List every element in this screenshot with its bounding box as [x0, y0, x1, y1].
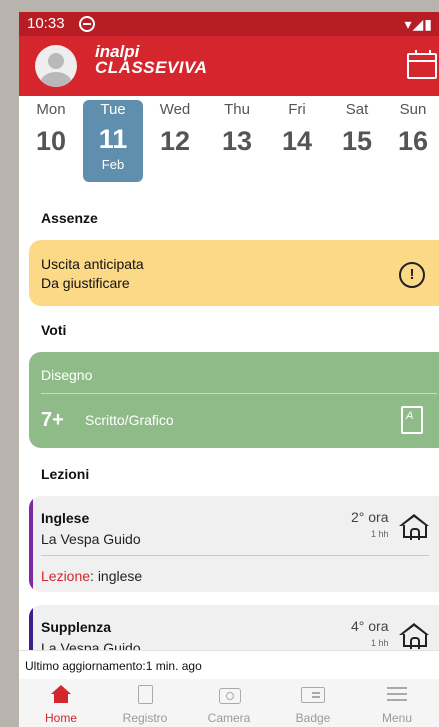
day-number: 12	[159, 126, 191, 156]
day-number: 14	[281, 126, 313, 156]
avatar[interactable]	[35, 45, 77, 87]
day-month: Feb	[101, 157, 125, 172]
day-number: 16	[397, 126, 429, 156]
day-name: Tue	[100, 101, 126, 118]
day-wed[interactable]: Wed 12	[145, 100, 205, 157]
status-bar: 10:33 ▾◢▮	[19, 12, 439, 36]
lesson-duration: 1 hh	[371, 638, 389, 648]
lesson-divider	[41, 555, 429, 556]
day-name: Fri	[288, 101, 306, 118]
logo-line2: CLASSEVIVA	[95, 58, 208, 77]
lesson-teacher: La Vespa Guido	[41, 531, 141, 547]
avatar-body-icon	[40, 72, 72, 87]
day-number: 11	[98, 124, 128, 154]
lessons-title: Lezioni	[41, 466, 90, 482]
day-name: Mon	[36, 101, 66, 118]
lesson-hour: 2° ora	[351, 509, 389, 525]
nav-label: Home	[44, 711, 77, 725]
status-time: 10:33	[27, 15, 65, 32]
lesson-topic: Lezione: inglese	[41, 568, 142, 584]
lesson-hour: 4° ora	[351, 618, 389, 634]
badge-icon	[301, 687, 325, 703]
phone-screen: 10:33 ▾◢▮ inalpi CLASSEVIVA Mon 10 Tue 1…	[19, 12, 439, 727]
day-fri[interactable]: Fri 14	[267, 100, 327, 157]
day-name: Thu	[224, 101, 250, 118]
nav-label: Camera	[207, 711, 251, 725]
warning-icon: !	[399, 262, 425, 288]
grade-value: 7+	[41, 409, 64, 431]
day-name: Sat	[345, 101, 369, 118]
absence-status: Da giustificare	[41, 275, 130, 291]
last-update-bar: Ultimo aggiornamento:1 min. ago	[19, 650, 439, 680]
day-number: 10	[35, 126, 67, 156]
do-not-disturb-icon	[79, 16, 95, 32]
lesson-card[interactable]: Supplenza La Vespa Guido 4° ora 1 hh	[29, 605, 439, 650]
nav-label: Menu	[381, 711, 413, 725]
grade-document-icon	[401, 406, 423, 434]
nav-camera[interactable]: Camera	[187, 679, 271, 727]
nav-badge[interactable]: Badge	[271, 679, 355, 727]
lesson-topic-value: : inglese	[90, 568, 143, 584]
camera-icon	[219, 688, 241, 704]
absences-title: Assenze	[41, 210, 98, 226]
calendar-icon[interactable]	[407, 50, 437, 79]
day-name: Sun	[399, 101, 427, 118]
absence-card[interactable]: Uscita anticipata Da giustificare !	[29, 240, 439, 306]
nav-home[interactable]: Home	[19, 679, 103, 727]
day-mon[interactable]: Mon 10	[21, 100, 81, 157]
signal-battery-icon: ▾◢▮	[404, 16, 433, 32]
lesson-subject: Supplenza	[41, 619, 112, 635]
app-logo: inalpi CLASSEVIVA	[95, 43, 208, 77]
lesson-duration: 1 hh	[371, 529, 389, 539]
menu-icon	[387, 687, 407, 689]
home-icon	[51, 685, 71, 705]
lesson-accent-bar	[29, 605, 33, 650]
grades-title: Voti	[41, 322, 67, 338]
book-icon	[138, 685, 153, 704]
grade-subject: Disegno	[41, 367, 93, 383]
avatar-head-icon	[48, 53, 64, 69]
school-icon	[399, 623, 429, 649]
nav-menu[interactable]: Menu	[355, 679, 439, 727]
day-thu[interactable]: Thu 13	[207, 100, 267, 157]
content-scroll[interactable]: Assenze Uscita anticipata Da giustificar…	[19, 194, 439, 650]
bottom-navigation: Home Registro Camera Badge Menu	[19, 679, 439, 727]
lesson-accent-bar	[29, 496, 33, 592]
lesson-subject: Inglese	[41, 510, 90, 526]
nav-registro[interactable]: Registro	[103, 679, 187, 727]
day-name: Wed	[159, 101, 191, 118]
day-sun[interactable]: Sun 16	[387, 100, 439, 157]
lesson-teacher: La Vespa Guido	[41, 640, 141, 650]
grade-card[interactable]: Disegno 7+ Scritto/Grafico	[29, 352, 439, 448]
day-number: 13	[221, 126, 253, 156]
grade-divider	[41, 393, 437, 394]
absence-type: Uscita anticipata	[41, 256, 144, 272]
nav-label: Registro	[122, 711, 168, 725]
app-bar: inalpi CLASSEVIVA	[19, 36, 439, 96]
lesson-topic-label: Lezione	[41, 568, 91, 584]
nav-label: Badge	[295, 711, 331, 725]
lesson-card[interactable]: Inglese La Vespa Guido 2° ora 1 hh Lezio…	[29, 496, 439, 592]
day-number: 15	[341, 126, 373, 156]
last-update-text: Ultimo aggiornamento:1 min. ago	[25, 659, 202, 673]
week-strip: Mon 10 Tue 11 Feb Wed 12 Thu 13 Fri 14 S…	[19, 96, 439, 194]
school-icon	[399, 514, 429, 540]
day-tue-selected[interactable]: Tue 11 Feb	[83, 100, 143, 182]
day-sat[interactable]: Sat 15	[327, 100, 387, 157]
grade-type: Scritto/Grafico	[85, 412, 174, 428]
